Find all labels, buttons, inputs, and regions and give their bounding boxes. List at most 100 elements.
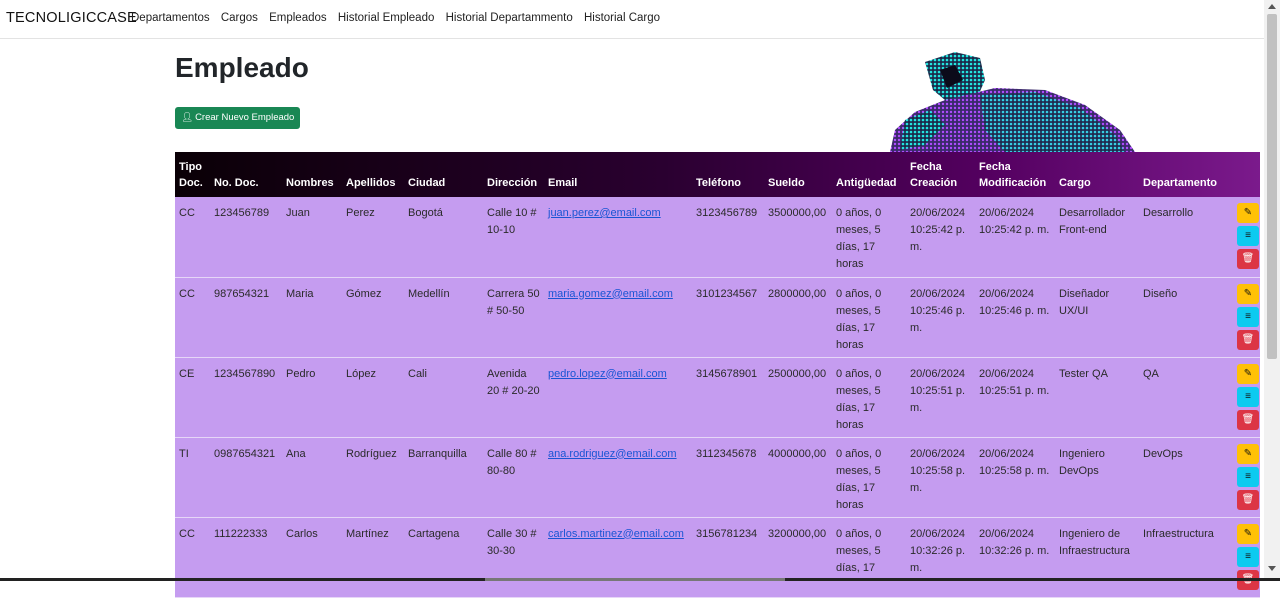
table-cell: Perez	[346, 207, 375, 219]
row-actions: ✎≡🗑︎	[1227, 517, 1260, 597]
email-link[interactable]: carlos.martinez@email.com	[548, 528, 684, 540]
table-row: TI 0987654321 Ana Rodríguez Barranquilla Call…	[175, 437, 1260, 517]
row-actions: ✎ ≡ 🗑︎	[1227, 197, 1260, 277]
brand-logo[interactable]: TECNOLIGICCASE	[6, 10, 137, 26]
table-cell: 987654321	[214, 287, 270, 300]
table-cell: 20/06/2024 10:32:26 p. m.	[979, 527, 1050, 557]
table-cell: 20/06/2024 10:32:26 p. m.	[910, 527, 966, 574]
table-cell: QA	[1143, 367, 1159, 380]
row-actions: ✎ ≡ 🗑︎	[1227, 357, 1260, 437]
email-link[interactable]: juan.perez@email.com	[548, 207, 661, 219]
table-cell: Ingeniero DevOps	[1059, 447, 1105, 477]
table-cell: Tester QA	[1059, 367, 1108, 380]
table-cell: 0987654321	[214, 447, 276, 460]
column-header: Nombres	[286, 177, 334, 189]
table-row: CC 123456789 Juan Perez Bogotá Calle 10 # 10-…	[175, 197, 1260, 277]
table-cell: Cali	[408, 367, 427, 380]
employees-table: Tipo Doc. No. Doc. Nombres Apellidos Ciudad D…	[175, 152, 1260, 598]
create-employee-label: Crear Nuevo Empleado	[195, 112, 295, 123]
view-button[interactable]: ≡	[1237, 386, 1259, 407]
table-cell: Juan	[286, 207, 310, 219]
email-cell: maria.gomez@email.com	[544, 277, 692, 357]
vertical-scrollbar[interactable]	[1264, 0, 1280, 581]
delete-button[interactable]: 🗑︎	[1237, 409, 1259, 430]
table-cell: TI	[179, 447, 189, 460]
page-title: Empleado	[175, 52, 309, 83]
table-cell: Carlos	[286, 527, 318, 540]
table-cell: Barranquilla	[408, 447, 467, 460]
email-cell: juan.perez@email.com	[544, 197, 692, 277]
column-header: Email	[548, 177, 578, 189]
table-row: CE 1234567890 Pedro López Cali Avenida 20 # 2…	[175, 357, 1260, 437]
table-cell: CE	[179, 367, 195, 380]
table-cell: Calle 10 # 10-10	[487, 207, 537, 236]
scroll-up-arrow-icon[interactable]	[1268, 4, 1276, 9]
table-cell: Diseñador UX/UI	[1059, 287, 1110, 317]
create-employee-button[interactable]: 👤︎ Crear Nuevo Empleado	[175, 107, 301, 129]
decorative-figure-image	[890, 52, 1135, 152]
table-cell: Ingeniero de Infraestructura	[1059, 527, 1130, 557]
email-link[interactable]: pedro.lopez@email.com	[548, 368, 667, 380]
list-icon: ≡	[1245, 390, 1251, 402]
table-cell: 0 años, 0 meses, 5 días, 17 horas	[836, 287, 882, 351]
delete-button[interactable]: 🗑︎	[1237, 329, 1259, 350]
table-cell: CC	[179, 287, 195, 300]
pencil-icon: ✎	[1243, 447, 1253, 459]
column-header: Sueldo	[768, 177, 805, 189]
table-cell: 3101234567	[696, 287, 758, 300]
table-cell: 20/06/2024 10:25:46 p. m.	[910, 287, 966, 334]
edit-button[interactable]: ✎	[1237, 203, 1259, 223]
column-header	[1227, 152, 1260, 197]
table-body: CC 123456789 Juan Perez Bogotá Calle 10 # 10-…	[175, 197, 1260, 597]
view-button[interactable]: ≡	[1237, 306, 1259, 327]
table-cell: 20/06/2024 10:25:58 p. m.	[979, 447, 1050, 477]
email-link[interactable]: ana.rodriguez@email.com	[548, 448, 677, 460]
table-cell: 0 años, 0 meses, 5 días, 17	[836, 527, 882, 574]
column-header: No. Doc.	[214, 177, 259, 189]
table-cell: Martínez	[346, 527, 389, 540]
delete-button[interactable]: 🗑︎	[1237, 249, 1259, 269]
column-header: Teléfono	[696, 177, 742, 189]
table-row: CC 111222333 Carlos Martínez Cartagena Calle …	[175, 517, 1260, 597]
table-cell: 3145678901	[696, 367, 758, 380]
view-button[interactable]: ≡	[1237, 466, 1259, 487]
pencil-icon: ✎	[1243, 207, 1253, 218]
table-header-row: Tipo Doc. No. Doc. Nombres Apellidos Ciudad D…	[175, 152, 1260, 197]
table-cell: DevOps	[1143, 447, 1183, 460]
nav-link-cargos[interactable]: Cargos	[221, 12, 258, 24]
nav-link-empleados[interactable]: Empleados	[269, 12, 327, 24]
edit-button[interactable]: ✎	[1237, 363, 1259, 384]
table-cell: Avenida 20 # 20-20	[487, 367, 540, 397]
column-header: Ciudad	[408, 177, 446, 189]
table-cell: 20/06/2024 10:25:51 p. m.	[910, 367, 966, 414]
table-cell: 20/06/2024 10:25:42 p. m.	[979, 207, 1050, 236]
scrollbar-thumb[interactable]	[1267, 14, 1277, 359]
email-cell: pedro.lopez@email.com	[544, 357, 692, 437]
column-header: Cargo	[1059, 177, 1091, 189]
nav-link-departamentos[interactable]: Departamentos	[131, 12, 210, 24]
table-cell: 111222333	[214, 527, 268, 540]
edit-button[interactable]: ✎	[1237, 443, 1259, 464]
table-cell: 0 años, 0 meses, 5 días, 17 horas	[836, 207, 882, 270]
table-cell: 3200000,00	[768, 527, 827, 540]
column-header: Fecha Modificación	[979, 161, 1047, 189]
nav-link-historial-departamento[interactable]: Historial Departammento	[446, 12, 573, 24]
table-cell: Cartagena	[408, 527, 460, 540]
nav-link-historial-cargo[interactable]: Historial Cargo	[584, 12, 660, 24]
table-cell: 0 años, 0 meses, 5 días, 17 horas	[836, 367, 882, 431]
delete-button[interactable]: 🗑︎	[1237, 489, 1259, 510]
edit-button[interactable]: ✎	[1237, 283, 1259, 304]
email-link[interactable]: maria.gomez@email.com	[548, 288, 673, 300]
edit-button[interactable]: ✎	[1237, 523, 1259, 544]
trash-icon: 🗑︎	[1241, 493, 1255, 505]
scroll-down-arrow-icon[interactable]	[1268, 566, 1276, 571]
table-cell: Rodríguez	[346, 447, 397, 460]
view-button[interactable]: ≡	[1237, 546, 1259, 567]
nav-link-historial-empleado[interactable]: Historial Empleado	[338, 12, 435, 24]
table-cell: Desarrollo	[1143, 207, 1194, 219]
column-header: Apellidos	[346, 177, 396, 189]
row-actions: ✎≡🗑︎	[1227, 277, 1260, 357]
view-button[interactable]: ≡	[1237, 226, 1259, 246]
table-cell: 20/06/2024 10:25:46 p. m.	[979, 287, 1050, 317]
column-header: Dirección	[487, 177, 538, 189]
